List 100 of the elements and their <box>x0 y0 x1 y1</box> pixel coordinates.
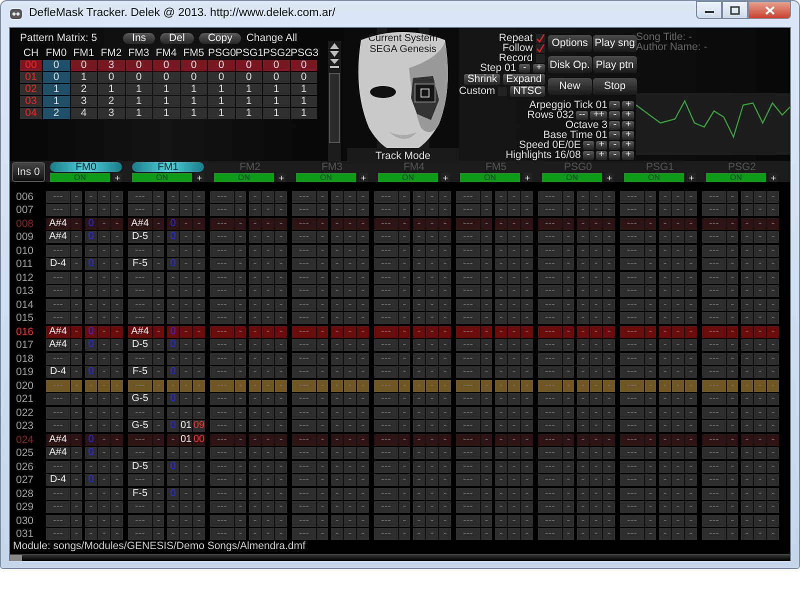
matrix-button[interactable]: Ins <box>123 33 156 44</box>
effect-value-cell[interactable]: - <box>275 190 287 203</box>
note-cell[interactable]: --- <box>620 231 644 244</box>
note-cell[interactable]: --- <box>374 393 398 406</box>
effect-cell[interactable]: - <box>262 366 274 378</box>
effect-value-cell[interactable]: - <box>357 258 369 270</box>
instrument-cell[interactable]: - <box>399 393 410 406</box>
instrument-cell[interactable]: - <box>645 380 656 392</box>
effect-value-cell[interactable]: - <box>603 474 615 486</box>
note-cell[interactable]: --- <box>292 298 316 311</box>
volume-cell[interactable]: - <box>85 272 97 284</box>
effect-cell[interactable]: - <box>344 501 356 514</box>
volume-cell[interactable]: - <box>577 528 589 540</box>
note-cell[interactable]: --- <box>374 434 398 446</box>
instrument-cell[interactable]: - <box>563 352 574 365</box>
effect-value-cell[interactable]: - <box>603 312 615 324</box>
effect-value-cell[interactable]: - <box>685 501 697 514</box>
effect-value-cell[interactable]: - <box>439 231 451 244</box>
volume-cell[interactable]: - <box>85 352 97 365</box>
matrix-cell[interactable]: 1 <box>236 96 262 107</box>
note-cell[interactable]: --- <box>702 420 726 432</box>
effect-cell[interactable]: - <box>754 190 766 203</box>
instrument-cell[interactable]: - <box>481 406 492 419</box>
instrument-cell[interactable]: - <box>399 501 410 514</box>
effect-value-cell[interactable]: - <box>111 528 123 540</box>
instrument-cell[interactable]: - <box>153 231 164 244</box>
note-cell[interactable]: --- <box>456 326 480 338</box>
note-cell[interactable]: --- <box>620 272 644 284</box>
effect-cell[interactable]: - <box>590 528 602 540</box>
volume-cell[interactable]: - <box>577 204 589 216</box>
effect-value-cell[interactable]: - <box>357 312 369 324</box>
instrument-cell[interactable]: - <box>153 488 164 500</box>
add-button[interactable]: + <box>195 173 204 182</box>
add-button[interactable]: + <box>605 173 614 182</box>
volume-cell[interactable]: - <box>249 312 261 324</box>
effect-value-cell[interactable]: - <box>357 514 369 527</box>
matrix-cell[interactable]: 0 <box>290 60 317 71</box>
effect-cell[interactable]: - <box>672 272 684 284</box>
effect-value-cell[interactable]: - <box>357 272 369 284</box>
note-cell[interactable]: --- <box>620 514 644 527</box>
note-cell[interactable]: --- <box>538 447 562 460</box>
effect-cell[interactable]: - <box>672 380 684 392</box>
volume-cell[interactable]: - <box>249 244 261 257</box>
effect-value-cell[interactable]: - <box>193 352 205 365</box>
toolbar-button[interactable]: Options <box>548 35 592 52</box>
pattern-row[interactable]: 018 --- - - - - --- - - - - --- - - - - --- - - - - --- - - - - --- - - - - --- - - - - --- - - - - --- - - - - <box>10 352 790 366</box>
volume-cell[interactable]: - <box>85 420 97 432</box>
note-cell[interactable]: --- <box>374 352 398 365</box>
matrix-cell[interactable]: 1 <box>236 84 262 95</box>
effect-cell[interactable]: - <box>180 474 192 486</box>
instrument-cell[interactable]: - <box>399 434 410 446</box>
effect-value-cell[interactable]: - <box>193 244 205 257</box>
effect-value-cell[interactable]: - <box>439 218 451 230</box>
effect-cell[interactable]: - <box>672 406 684 419</box>
note-cell[interactable]: --- <box>456 190 480 203</box>
effect-value-cell[interactable]: - <box>603 258 615 270</box>
effect-value-cell[interactable]: - <box>603 460 615 473</box>
note-cell[interactable]: --- <box>128 406 152 419</box>
effect-cell[interactable]: - <box>590 312 602 324</box>
effect-value-cell[interactable]: - <box>767 326 779 338</box>
effect-cell[interactable]: - <box>508 312 520 324</box>
effect-value-cell[interactable]: - <box>767 298 779 311</box>
note-cell[interactable]: --- <box>702 244 726 257</box>
note-cell[interactable]: --- <box>374 488 398 500</box>
effect-value-cell[interactable]: - <box>275 352 287 365</box>
effect-cell[interactable]: - <box>672 204 684 216</box>
instrument-cell[interactable]: - <box>645 231 656 244</box>
note-cell[interactable]: --- <box>210 434 234 446</box>
instrument-cell[interactable]: - <box>153 339 164 352</box>
matrix-cell[interactable]: 1 <box>43 96 70 107</box>
effect-value-cell[interactable]: - <box>357 231 369 244</box>
volume-cell[interactable]: - <box>413 218 425 230</box>
effect-value-cell[interactable]: - <box>521 406 533 419</box>
effect-cell[interactable]: - <box>344 285 356 298</box>
volume-cell[interactable]: - <box>495 285 507 298</box>
effect-value-cell[interactable]: - <box>111 231 123 244</box>
effect-value-cell[interactable]: - <box>521 244 533 257</box>
effect-cell[interactable]: - <box>180 204 192 216</box>
volume-cell[interactable]: - <box>331 406 343 419</box>
effect-value-cell[interactable]: - <box>685 312 697 324</box>
effect-cell[interactable]: - <box>344 474 356 486</box>
note-cell[interactable]: --- <box>128 312 152 324</box>
effect-cell[interactable]: - <box>672 231 684 244</box>
instrument-cell[interactable]: - <box>235 474 246 486</box>
note-cell[interactable]: --- <box>456 272 480 284</box>
effect-cell[interactable]: - <box>672 460 684 473</box>
note-cell[interactable]: --- <box>620 258 644 270</box>
effect-cell[interactable]: - <box>344 218 356 230</box>
note-cell[interactable]: --- <box>538 204 562 216</box>
note-cell[interactable]: --- <box>620 298 644 311</box>
down-arrow-icon[interactable] <box>330 51 339 57</box>
volume-cell[interactable]: - <box>249 447 261 460</box>
volume-cell[interactable]: - <box>577 460 589 473</box>
note-cell[interactable]: --- <box>46 420 70 432</box>
note-cell[interactable]: --- <box>620 380 644 392</box>
volume-cell[interactable]: - <box>659 204 671 216</box>
effect-value-cell[interactable]: - <box>767 393 779 406</box>
effect-cell[interactable]: - <box>180 514 192 527</box>
volume-cell[interactable]: - <box>167 190 179 203</box>
note-cell[interactable]: --- <box>702 339 726 352</box>
